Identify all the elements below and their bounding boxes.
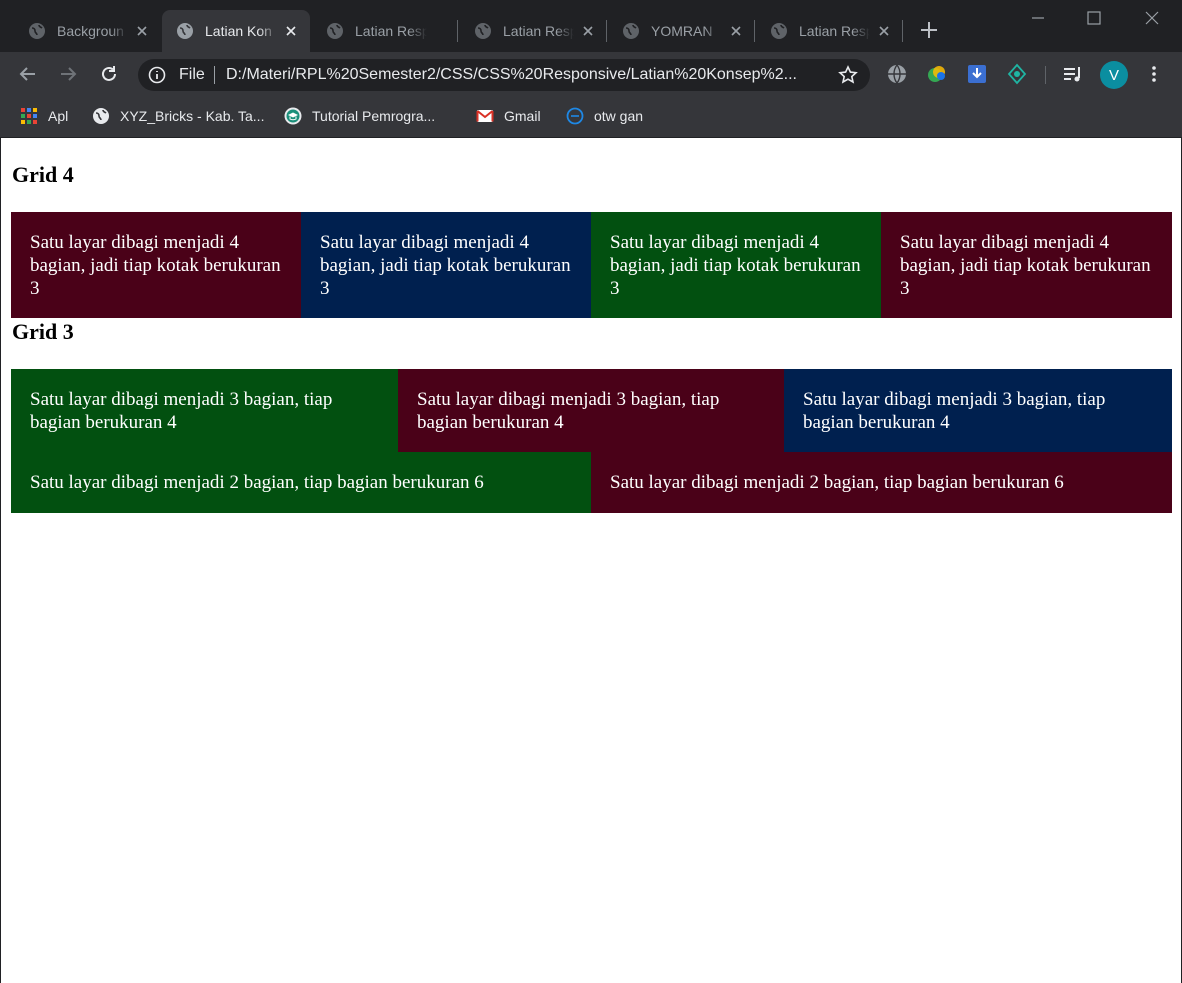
profile-avatar[interactable]: V bbox=[1100, 61, 1128, 89]
bookmark-label: XYZ_Bricks - Kab. Ta... bbox=[120, 108, 265, 124]
bookmark-apl[interactable]: Apl bbox=[20, 105, 68, 127]
globe-icon bbox=[623, 23, 639, 39]
bookmark-label: Tutorial Pemrogra... bbox=[312, 108, 436, 124]
grid2-cell-1: Satu layar dibagi menjadi 2 bagian, tiap… bbox=[11, 452, 591, 513]
grid4-cell-1: Satu layar dibagi menjadi 4 bagian, jadi… bbox=[11, 212, 301, 318]
tab-title: Latian Kon bbox=[205, 23, 272, 39]
tab-title: Latian Resp bbox=[503, 23, 575, 39]
tab-latian-konsep[interactable]: Latian Kon bbox=[162, 10, 310, 52]
close-icon[interactable] bbox=[876, 23, 892, 39]
bookmark-label: Apl bbox=[48, 108, 69, 124]
bookmark-star-icon[interactable] bbox=[838, 65, 858, 85]
tab-yomran[interactable]: YOMRAN bbox=[608, 10, 754, 52]
close-icon[interactable] bbox=[283, 23, 299, 39]
close-icon[interactable] bbox=[728, 23, 744, 39]
tab-title: Backgroun bbox=[57, 23, 124, 39]
grid3-cell-1: Satu layar dibagi menjadi 3 bagian, tiap… bbox=[11, 369, 398, 452]
minimize-icon[interactable] bbox=[1026, 6, 1050, 30]
grid3-cell-3: Satu layar dibagi menjadi 3 bagian, tiap… bbox=[784, 369, 1172, 452]
arrow-right-icon bbox=[61, 67, 77, 81]
globe-icon bbox=[475, 23, 491, 39]
tab-strip: Backgroun Latian Kon Latian Resp Latian … bbox=[0, 0, 1182, 52]
forward-button[interactable] bbox=[56, 62, 80, 86]
tab-separator bbox=[457, 20, 458, 42]
grid4-cell-2: Satu layar dibagi menjadi 4 bagian, jadi… bbox=[301, 212, 591, 318]
bookmark-label: otw gan bbox=[594, 108, 644, 124]
address-bar[interactable]: File D:/Materi/RPL%20Semester2/CSS/CSS%2… bbox=[138, 59, 870, 91]
download-manager-icon[interactable] bbox=[966, 63, 988, 85]
gmail-icon bbox=[476, 110, 494, 122]
apps-grid-icon bbox=[21, 108, 37, 124]
grid3-heading: Grid 3 bbox=[12, 319, 74, 344]
back-button[interactable] bbox=[16, 62, 40, 86]
tab-title: Latian Resp bbox=[355, 23, 427, 39]
globe-icon bbox=[93, 108, 109, 124]
more-vertical-icon bbox=[1152, 66, 1156, 82]
arrow-left-icon bbox=[19, 67, 35, 81]
tab-separator bbox=[754, 20, 755, 42]
color-picker-extension-icon[interactable] bbox=[926, 63, 948, 85]
bookmark-otw-gan[interactable]: otw gan bbox=[566, 105, 643, 127]
globe-icon bbox=[327, 23, 343, 39]
grid2-row: Satu layar dibagi menjadi 2 bagian, tiap… bbox=[11, 452, 1172, 513]
diamond-extension-icon[interactable] bbox=[1006, 63, 1028, 85]
grid2-cell-2: Satu layar dibagi menjadi 2 bagian, tiap… bbox=[591, 452, 1172, 513]
media-queue-icon[interactable] bbox=[1062, 63, 1084, 85]
grid4-cell-4: Satu layar dibagi menjadi 4 bagian, jadi… bbox=[881, 212, 1172, 318]
new-tab-plus-icon[interactable] bbox=[917, 18, 941, 42]
grid3-row: Satu layar dibagi menjadi 3 bagian, tiap… bbox=[11, 369, 1172, 452]
page-viewport: Grid 4 Satu layar dibagi menjadi 4 bagia… bbox=[0, 138, 1182, 983]
bookmark-tutorial[interactable]: Tutorial Pemrogra... bbox=[284, 105, 435, 127]
bookmark-xyz-bricks[interactable]: XYZ_Bricks - Kab. Ta... bbox=[92, 105, 264, 127]
tab-title: YOMRAN bbox=[651, 23, 713, 39]
tab-latian-responsive-2[interactable]: Latian Resp bbox=[460, 10, 606, 52]
tab-separator bbox=[902, 20, 903, 42]
graduation-cap-icon bbox=[284, 107, 302, 125]
bookmark-label: Gmail bbox=[504, 108, 541, 124]
info-icon[interactable] bbox=[148, 66, 166, 84]
tab-latian-responsive-3[interactable]: Latian Resp bbox=[756, 10, 902, 52]
translate-globe-icon[interactable] bbox=[886, 63, 908, 85]
grid4-heading: Grid 4 bbox=[12, 162, 74, 187]
scheme-label: File bbox=[179, 66, 205, 83]
maximize-icon[interactable] bbox=[1082, 6, 1106, 30]
browser-toolbar: File D:/Materi/RPL%20Semester2/CSS/CSS%2… bbox=[0, 52, 1182, 96]
address-divider bbox=[214, 66, 215, 84]
tab-background[interactable]: Backgroun bbox=[14, 10, 160, 52]
close-icon[interactable] bbox=[134, 23, 150, 39]
bookmark-gmail[interactable]: Gmail bbox=[476, 105, 541, 127]
globe-icon bbox=[177, 23, 193, 39]
bookmarks-bar: Apl XYZ_Bricks - Kab. Ta... Tutorial Pem… bbox=[0, 96, 1182, 138]
menu-button[interactable] bbox=[1142, 62, 1166, 86]
reload-button[interactable] bbox=[97, 62, 121, 86]
globe-icon bbox=[29, 23, 45, 39]
tab-latian-responsive-1[interactable]: Latian Resp bbox=[312, 10, 458, 52]
grid4-row: Satu layar dibagi menjadi 4 bagian, jadi… bbox=[11, 212, 1172, 318]
reload-icon bbox=[102, 66, 116, 81]
globe-icon bbox=[771, 23, 787, 39]
window-close-icon[interactable] bbox=[1140, 6, 1164, 30]
grid3-cell-2: Satu layar dibagi menjadi 3 bagian, tiap… bbox=[398, 369, 784, 452]
dell-icon bbox=[566, 107, 584, 125]
close-icon[interactable] bbox=[580, 23, 596, 39]
tab-separator bbox=[606, 20, 607, 42]
url-text[interactable]: D:/Materi/RPL%20Semester2/CSS/CSS%20Resp… bbox=[226, 66, 826, 84]
grid4-cell-3: Satu layar dibagi menjadi 4 bagian, jadi… bbox=[591, 212, 881, 318]
tab-title: Latian Resp bbox=[799, 23, 871, 39]
toolbar-divider bbox=[1045, 66, 1046, 84]
